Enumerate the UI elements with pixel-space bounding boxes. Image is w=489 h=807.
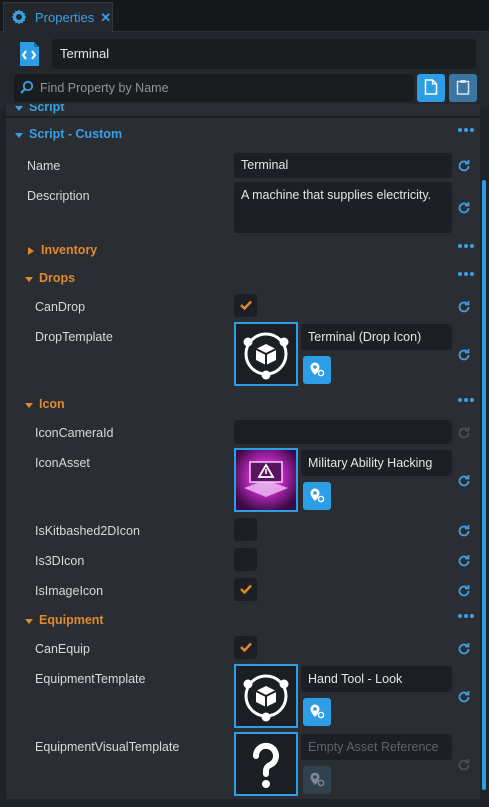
candrop-checkbox[interactable] — [234, 294, 257, 317]
drop-template-name[interactable]: Terminal (Drop Icon) — [301, 324, 452, 350]
more-options-icon[interactable] — [458, 244, 474, 248]
caret-down-icon — [24, 399, 34, 409]
drop-template-picker-button[interactable] — [303, 356, 331, 384]
prop-label-name: Name — [27, 159, 61, 173]
prop-label-droptemplate: DropTemplate — [35, 330, 113, 344]
equipment-visual-template-picker-button[interactable] — [303, 766, 331, 794]
panel-footer — [0, 799, 489, 807]
search-bar[interactable] — [14, 74, 414, 102]
reset-icon[interactable] — [457, 554, 471, 568]
asset-pin-icon — [309, 487, 325, 506]
template-icon — [236, 674, 296, 729]
is3dicon-checkbox[interactable] — [234, 548, 257, 571]
section-equipment[interactable]: Equipment — [24, 610, 480, 630]
search-input[interactable] — [40, 81, 400, 95]
more-options-icon[interactable] — [458, 128, 474, 132]
iskitbashed2dicon-checkbox[interactable] — [234, 518, 257, 541]
divider — [6, 116, 480, 118]
reset-icon[interactable] — [457, 584, 471, 598]
properties-panel: Script Script - Custom Name Terminal Des… — [6, 104, 480, 799]
equipment-template-thumbnail[interactable] — [234, 664, 298, 728]
more-options-icon[interactable] — [458, 398, 474, 402]
prop-label-iconcameraid: IconCameraId — [35, 426, 114, 440]
icon-camera-id-field[interactable] — [234, 420, 452, 444]
prop-label-equipmenttemplate: EquipmentTemplate — [35, 672, 146, 686]
icon-asset-name[interactable]: Military Ability Hacking — [301, 450, 452, 476]
isimageicon-checkbox[interactable] — [234, 578, 257, 601]
close-icon[interactable]: ✕ — [100, 10, 111, 26]
drop-template-thumbnail[interactable] — [234, 322, 298, 386]
more-options-icon[interactable] — [458, 614, 474, 618]
hacking-image-icon — [236, 450, 296, 510]
checkmark-icon — [239, 641, 252, 655]
checkmark-icon — [239, 299, 252, 313]
icon-asset-picker-button[interactable] — [303, 482, 331, 510]
reset-icon[interactable] — [457, 348, 471, 362]
reset-icon[interactable] — [457, 201, 471, 215]
caret-down-icon — [24, 273, 34, 283]
caret-down-icon — [14, 129, 24, 139]
equipment-visual-template-name[interactable]: Empty Asset Reference — [301, 734, 452, 760]
section-script-custom[interactable]: Script - Custom — [14, 124, 480, 144]
prop-label-candrop: CanDrop — [35, 300, 86, 314]
reset-icon — [457, 758, 471, 772]
name-field[interactable]: Terminal — [234, 153, 452, 178]
reset-icon — [457, 426, 471, 440]
object-name-field[interactable]: Terminal — [52, 39, 476, 69]
document-icon — [424, 78, 438, 98]
prop-label-is3dicon: Is3DIcon — [35, 554, 85, 568]
caret-down-icon — [24, 615, 34, 625]
tab-title: Properties — [35, 10, 95, 25]
search-icon — [20, 80, 34, 97]
copy-properties-button[interactable] — [417, 74, 445, 102]
prop-label-canequip: CanEquip — [35, 642, 90, 656]
prop-label-iskitbashed2dicon: IsKitbashed2DIcon — [35, 524, 140, 538]
canequip-checkbox[interactable] — [234, 636, 257, 659]
prop-label-description: Description — [27, 189, 90, 203]
vertical-scrollbar[interactable] — [482, 180, 486, 790]
asset-pin-icon — [309, 703, 325, 722]
caret-down-icon — [14, 104, 24, 112]
script-file-icon — [16, 40, 42, 68]
prop-label-equipmentvisualtemplate: EquipmentVisualTemplate — [35, 740, 180, 754]
caret-right-icon — [26, 245, 36, 255]
equipment-visual-template-thumbnail[interactable] — [234, 732, 298, 796]
reset-icon[interactable] — [457, 300, 471, 314]
asset-pin-icon — [309, 361, 325, 380]
tab-bar: Properties ✕ — [0, 0, 489, 32]
checkmark-icon — [239, 583, 252, 597]
section-icon[interactable]: Icon — [24, 394, 480, 414]
template-icon — [236, 332, 296, 387]
reset-icon[interactable] — [457, 524, 471, 538]
description-field[interactable]: A machine that supplies electricity. — [234, 182, 452, 233]
gear-icon — [10, 8, 30, 28]
reset-icon[interactable] — [457, 159, 471, 173]
paste-properties-button[interactable] — [449, 74, 477, 102]
more-options-icon[interactable] — [458, 272, 474, 276]
prop-label-isimageicon: IsImageIcon — [35, 584, 104, 598]
section-drops[interactable]: Drops — [24, 268, 480, 288]
clipboard-icon — [456, 79, 470, 98]
question-mark-icon — [236, 742, 296, 797]
reset-icon[interactable] — [457, 474, 471, 488]
reset-icon[interactable] — [457, 642, 471, 656]
reset-icon[interactable] — [457, 690, 471, 704]
icon-asset-thumbnail[interactable] — [234, 448, 298, 512]
equipment-template-name[interactable]: Hand Tool - Look — [301, 666, 452, 692]
prop-label-iconasset: IconAsset — [35, 456, 90, 470]
equipment-template-picker-button[interactable] — [303, 698, 331, 726]
section-inventory[interactable]: Inventory — [26, 240, 480, 260]
asset-pin-icon — [309, 771, 325, 790]
tab-properties[interactable]: Properties ✕ — [3, 2, 113, 32]
